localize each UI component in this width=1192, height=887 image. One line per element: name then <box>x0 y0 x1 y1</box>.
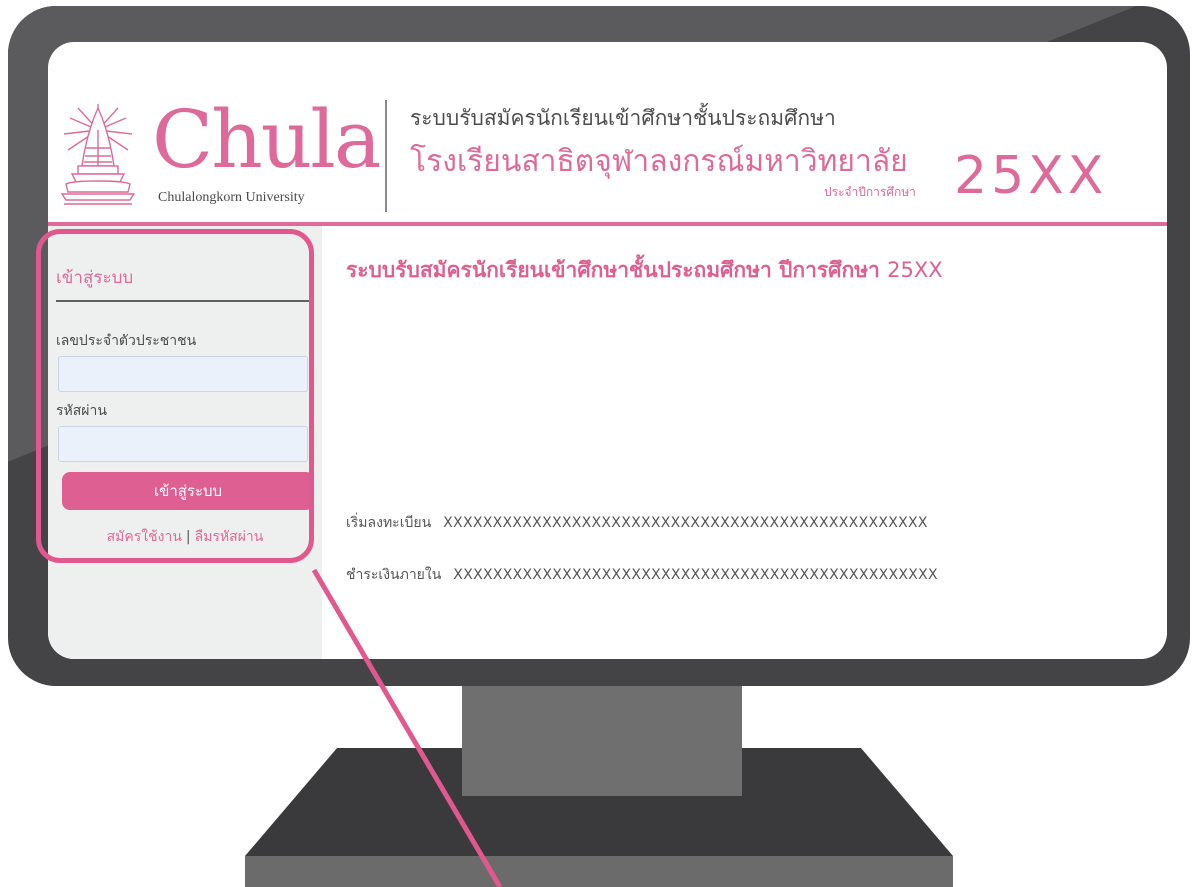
monitor-stand-neck-front <box>462 748 742 796</box>
monitor-stand-foot <box>245 856 953 887</box>
logo-subtitle: Chulalongkorn University <box>158 190 305 205</box>
page-title: ระบบรับสมัครนักเรียนเข้าศึกษาชั้นประถมศึ… <box>346 254 943 287</box>
academic-year-label: ประจำปีการศึกษา <box>824 185 916 199</box>
registration-label: เริ่มลงทะเบียน <box>346 515 432 531</box>
chulalongkorn-emblem-icon <box>60 104 136 205</box>
system-title: ระบบรับสมัครนักเรียนเข้าศึกษาชั้นประถมศึ… <box>410 106 836 130</box>
site-header: Chula Chulalongkorn University ระบบรับสม… <box>48 42 1167 222</box>
page-title-text: ระบบรับสมัครนักเรียนเข้าศึกษาชั้นประถมศึ… <box>346 258 880 282</box>
payment-value: XXXXXXXXXXXXXXXXXXXXXXXXXXXXXXXXXXXXXXXX… <box>453 567 938 583</box>
payment-row: ชำระเงินภายใน XXXXXXXXXXXXXXXXXXXXXXXXXXX… <box>346 564 938 586</box>
login-highlight-frame <box>36 229 314 563</box>
school-name: โรงเรียนสาธิตจุฬาลงกรณ์มหาวิทยาลัย <box>410 144 908 179</box>
page-title-year: 25XX <box>887 258 943 282</box>
registration-value: XXXXXXXXXXXXXXXXXXXXXXXXXXXXXXXXXXXXXXXX… <box>443 515 928 531</box>
registration-row: เริ่มลงทะเบียน XXXXXXXXXXXXXXXXXXXXXXXXXX… <box>346 512 928 534</box>
logo-wordmark: Chula <box>152 93 382 186</box>
payment-label: ชำระเงินภายใน <box>346 567 442 583</box>
header-divider <box>385 100 387 212</box>
academic-year: 25XX <box>954 146 1108 206</box>
